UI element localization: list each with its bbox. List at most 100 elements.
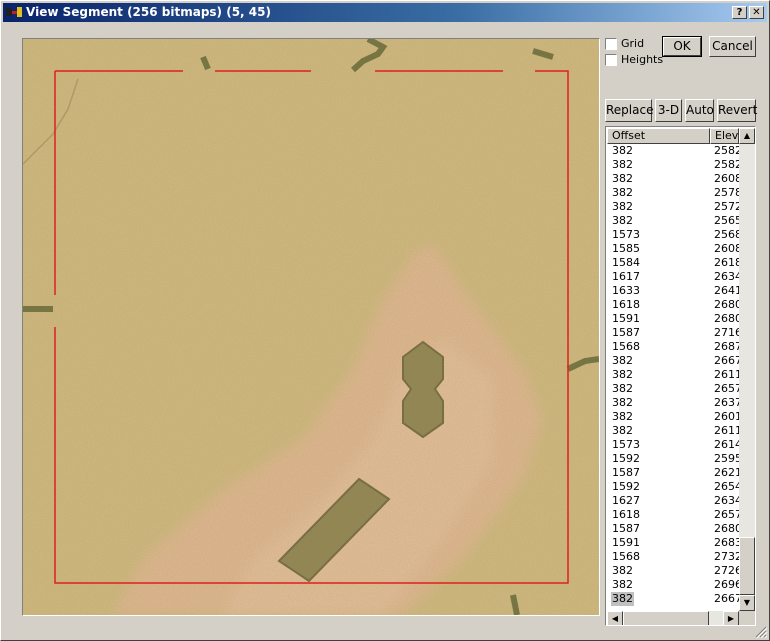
offset-cell: 1633 — [612, 284, 640, 297]
table-row[interactable]: 382 2601 — [607, 410, 739, 424]
scroll-left-icon[interactable]: ◀ — [607, 611, 623, 625]
grid-checkbox[interactable] — [605, 38, 617, 50]
table-row[interactable]: 1585 2608 — [607, 242, 739, 256]
title-bar[interactable]: View Segment (256 bitmaps) (5, 45) ? ✕ — [3, 3, 767, 22]
elev-cell: 2582 — [714, 158, 739, 171]
elev-cell: 2568 — [714, 228, 739, 241]
list-rows: 382 2582 382 2582 382 2608 382 2578 382 2572 382 25… — [607, 144, 739, 612]
offset-cell: 382 — [612, 214, 633, 227]
table-row[interactable]: 382 2578 — [607, 186, 739, 200]
scroll-down-icon[interactable]: ▼ — [739, 595, 755, 611]
vertical-scrollbar[interactable]: ▲ ▼ — [739, 128, 755, 611]
table-row[interactable]: 1573 2614 — [607, 438, 739, 452]
elev-cell: 2680 — [714, 312, 739, 325]
table-row[interactable]: 1584 2618 — [607, 256, 739, 270]
horizontal-scrollbar[interactable]: ◀ ▶ — [607, 611, 739, 625]
table-row[interactable]: 1618 2680 — [607, 298, 739, 312]
offset-elevation-list[interactable]: Offset Elev 382 2582 382 2582 382 2608 382 2578… — [605, 126, 756, 626]
offset-cell: 382 — [612, 396, 633, 409]
elev-cell: 2696 — [714, 578, 739, 591]
column-header-elev[interactable]: Elev — [710, 128, 739, 144]
elev-cell: 2641 — [714, 284, 739, 297]
table-row[interactable]: 1633 2641 — [607, 284, 739, 298]
table-row[interactable]: 1587 2621 — [607, 466, 739, 480]
table-row[interactable]: 382 2637 — [607, 396, 739, 410]
offset-cell: 1573 — [612, 228, 640, 241]
table-row[interactable]: 1587 2716 — [607, 326, 739, 340]
elev-cell: 2611 — [714, 368, 739, 381]
offset-cell: 1587 — [612, 522, 640, 535]
elev-cell: 2687 — [714, 340, 739, 353]
grid-label: Grid — [621, 37, 645, 50]
table-row[interactable]: 1617 2634 — [607, 270, 739, 284]
offset-cell: 1568 — [612, 340, 640, 353]
offset-cell: 382 — [612, 424, 633, 437]
scroll-thumb[interactable] — [739, 537, 755, 595]
table-row[interactable]: 1587 2680 — [607, 522, 739, 536]
elev-cell: 2582 — [714, 144, 739, 157]
table-row[interactable]: 382 2667 — [607, 592, 739, 606]
table-row[interactable]: 382 2726 — [607, 564, 739, 578]
table-row[interactable]: 382 2657 — [607, 382, 739, 396]
elev-cell: 2634 — [714, 494, 739, 507]
table-row[interactable]: 382 2572 — [607, 200, 739, 214]
table-row[interactable]: 382 2611 — [607, 424, 739, 438]
table-row[interactable]: 1592 2654 — [607, 480, 739, 494]
help-button[interactable]: ? — [732, 6, 747, 19]
table-row[interactable]: 1568 2732 — [607, 550, 739, 564]
elev-cell: 2732 — [714, 550, 739, 563]
offset-cell: 1584 — [612, 256, 640, 269]
offset-cell: 1618 — [612, 298, 640, 311]
resize-grip-icon[interactable] — [755, 626, 767, 638]
offset-cell: 382 — [612, 564, 633, 577]
ok-button[interactable]: OK — [662, 36, 702, 57]
scroll-right-icon[interactable]: ▶ — [723, 611, 739, 625]
elev-cell: 2667 — [714, 354, 739, 367]
offset-cell: 1587 — [612, 466, 640, 479]
offset-cell: 1617 — [612, 270, 640, 283]
close-button[interactable]: ✕ — [749, 6, 764, 19]
column-header-offset[interactable]: Offset — [607, 128, 710, 144]
offset-cell: 382 — [612, 158, 633, 171]
elev-cell: 2683 — [714, 536, 739, 549]
elev-cell: 2614 — [714, 438, 739, 451]
table-row[interactable]: 382 2582 — [607, 144, 739, 158]
elev-cell: 2595 — [714, 452, 739, 465]
offset-cell: 1627 — [612, 494, 640, 507]
cancel-button[interactable]: Cancel — [709, 36, 756, 57]
offset-cell: 382 — [612, 172, 633, 185]
offset-cell: 382 — [612, 382, 633, 395]
table-row[interactable]: 382 2608 — [607, 172, 739, 186]
offset-cell: 382 — [612, 200, 633, 213]
app-icon — [6, 7, 22, 17]
3d-button[interactable]: 3-D — [655, 99, 682, 122]
elev-cell: 2608 — [714, 242, 739, 255]
auto-button[interactable]: Auto — [685, 99, 714, 122]
table-row[interactable]: 1591 2683 — [607, 536, 739, 550]
table-row[interactable]: 382 2565 — [607, 214, 739, 228]
view-segment-window: View Segment (256 bitmaps) (5, 45) ? ✕ G… — [0, 0, 770, 641]
elev-cell: 2680 — [714, 522, 739, 535]
table-row[interactable]: 382 2611 — [607, 368, 739, 382]
table-row[interactable]: 1573 2568 — [607, 228, 739, 242]
table-row[interactable]: 1627 2634 — [607, 494, 739, 508]
table-row[interactable]: 1618 2657 — [607, 508, 739, 522]
scroll-up-icon[interactable]: ▲ — [739, 128, 755, 144]
table-row[interactable]: 382 2696 — [607, 578, 739, 592]
heights-checkbox[interactable] — [605, 54, 617, 66]
table-row[interactable]: 382 2582 — [607, 158, 739, 172]
horizontal-scroll-thumb[interactable] — [623, 611, 709, 625]
table-row[interactable]: 1568 2687 — [607, 340, 739, 354]
elev-cell: 2657 — [714, 382, 739, 395]
table-row[interactable]: 1592 2595 — [607, 452, 739, 466]
revert-button[interactable]: Revert — [717, 99, 757, 122]
elev-cell: 2608 — [714, 172, 739, 185]
table-row[interactable]: 1591 2680 — [607, 312, 739, 326]
table-row[interactable]: 382 2667 — [607, 354, 739, 368]
elev-cell: 2621 — [714, 466, 739, 479]
terrain-map-view[interactable] — [22, 38, 600, 616]
replace-button[interactable]: Replace — [605, 99, 653, 122]
list-header: Offset Elev — [607, 128, 739, 144]
offset-cell: 382 — [612, 354, 633, 367]
offset-cell: 382 — [612, 186, 633, 199]
